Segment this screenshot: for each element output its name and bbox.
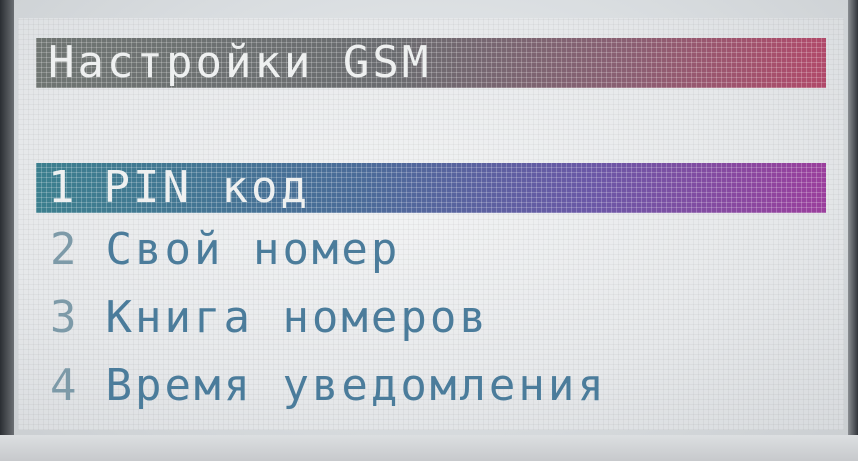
menu-item-number: 3 (50, 292, 80, 343)
bezel-bottom-edge (0, 435, 858, 461)
menu-item-phone-book[interactable]: 3 Книга номеров (50, 293, 489, 343)
title-bar: Настройки GSM (36, 38, 826, 88)
menu-item-text: Свой номер (105, 224, 401, 275)
menu-item-own-number[interactable]: 2 Свой номер (50, 225, 400, 275)
menu-item-text: Книга номеров (105, 292, 489, 343)
menu-item-number: 2 (50, 224, 80, 275)
menu-item-text: Время уведомления (105, 360, 607, 411)
bezel-left-edge (0, 0, 14, 461)
screen-title: Настройки GSM (48, 37, 432, 88)
menu-item-label-selected: 1 PIN код (48, 165, 310, 211)
lcd-screen: Настройки GSM 1 PIN код 2 Свой номер 3 Книг… (18, 18, 844, 430)
menu-item-pin-code[interactable]: 1 PIN код (36, 163, 826, 213)
menu-item-number: 4 (50, 360, 80, 411)
bezel-right-edge (848, 0, 858, 461)
menu-item-text: PIN код (103, 162, 310, 213)
menu-item-number: 1 (48, 162, 78, 213)
menu-item-notification-time[interactable]: 4 Время уведомления (50, 361, 607, 411)
device-bezel: Настройки GSM 1 PIN код 2 Свой номер 3 Книг… (0, 0, 858, 461)
